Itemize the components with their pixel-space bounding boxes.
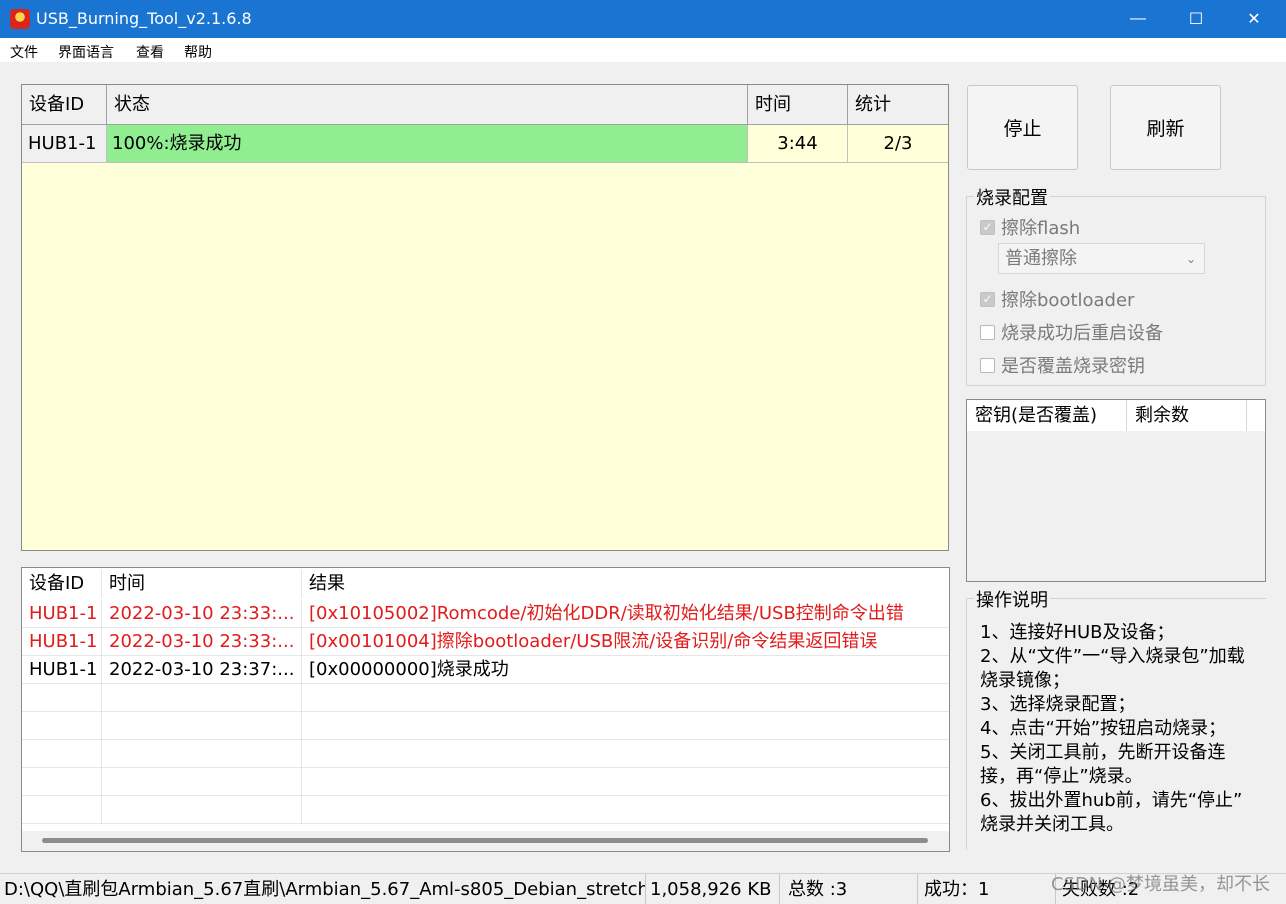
title-bar: USB_Burning_Tool_v2.1.6.8 — ☐ ✕ [0,0,1286,38]
key-table-header: 密钥(是否覆盖) 剩余数 [967,400,1265,431]
status-path: D:\QQ\直刷包Armbian_5.67直刷\Armbian_5.67_Aml… [0,874,646,904]
log-header: 设备ID 时间 结果 [22,570,949,598]
check-icon: ✓ [980,291,995,307]
overwrite-key-checkbox[interactable]: 是否覆盖烧录密钥 [980,352,1145,378]
device-status-cell: 100%:烧录成功 [107,125,748,163]
col-key[interactable]: 密钥(是否覆盖) [967,400,1127,431]
instruction-line: 3、选择烧录配置； [980,694,1136,715]
col-log-time[interactable]: 时间 [102,570,302,598]
erase-bootloader-checkbox[interactable]: ✓ 擦除bootloader [980,286,1134,312]
log-row[interactable]: HUB1-1 2022-03-10 23:33:... [0x00101004]… [22,628,949,656]
empty-row [22,768,949,796]
erase-mode-value: 普通擦除 [1005,248,1077,269]
horizontal-scrollbar[interactable] [22,831,949,851]
log-time: 2022-03-10 23:33:... [102,600,302,628]
empty-row [22,740,949,768]
status-total: 总数 :3 [780,874,918,904]
scrollbar-thumb[interactable] [42,838,928,843]
col-log-result[interactable]: 结果 [302,570,949,598]
log-result: [0x00000000]烧录成功 [309,659,509,680]
log-result: [0x10105002]Romcode/初始化DDR/读取初始化结果/USB控制… [309,603,904,624]
menu-file[interactable]: 文件 [10,42,38,62]
window-title: USB_Burning_Tool_v2.1.6.8 [36,9,252,28]
col-remaining[interactable]: 剩余数 [1127,400,1247,431]
overwrite-key-label: 是否覆盖烧录密钥 [1001,356,1145,377]
menu-view[interactable]: 查看 [136,42,164,62]
watermark: CSDN @梦境虽美，却不长 [1050,874,1270,895]
erase-mode-select[interactable]: 普通擦除 ⌄ [998,243,1205,274]
device-row[interactable]: HUB1-1 100%:烧录成功 3:44 2/3 [22,125,948,163]
burn-config-title: 烧录配置 [974,184,1050,210]
instruction-line: 1、连接好HUB及设备； [980,622,1175,643]
col-stats[interactable]: 统计 [848,85,948,125]
instruction-line: 5、关闭工具前，先断开设备连 [980,742,1226,763]
menu-language[interactable]: 界面语言 [58,42,114,62]
chevron-down-icon: ⌄ [1185,252,1196,266]
log-device-id: HUB1-1 [22,656,102,684]
log-device-id: HUB1-1 [22,600,102,628]
key-table[interactable]: 密钥(是否覆盖) 剩余数 [966,399,1266,582]
log-time: 2022-03-10 23:37:... [102,656,302,684]
col-time[interactable]: 时间 [748,85,848,125]
close-button[interactable]: ✕ [1225,0,1283,38]
log-table[interactable]: 设备ID 时间 结果 HUB1-1 2022-03-10 23:33:... [… [21,567,950,852]
device-table[interactable]: 设备ID 状态 时间 统计 HUB1-1 100%:烧录成功 3:44 2/3 [21,84,949,551]
reboot-after-label: 烧录成功后重启设备 [1001,323,1163,344]
maximize-button[interactable]: ☐ [1167,0,1225,38]
log-time: 2022-03-10 23:33:... [102,628,302,656]
col-status[interactable]: 状态 [107,85,748,125]
empty-row [22,796,949,824]
erase-bootloader-label: 擦除bootloader [1001,290,1135,311]
app-icon [10,9,30,29]
erase-flash-checkbox[interactable]: ✓ 擦除flash [980,214,1080,240]
minimize-button[interactable]: — [1109,0,1167,38]
status-success: 成功：1 [918,874,1056,904]
instruction-line: 烧录并关闭工具。 [980,814,1124,835]
log-row[interactable]: HUB1-1 2022-03-10 23:37:... [0x00000000]… [22,656,949,684]
log-device-id: HUB1-1 [22,628,102,656]
col-device-id[interactable]: 设备ID [22,85,107,125]
menu-bar: 文件 界面语言 查看 帮助 [0,38,1286,62]
menu-help[interactable]: 帮助 [184,42,212,62]
instruction-line: 接，再“停止”烧录。 [980,766,1143,787]
refresh-button[interactable]: 刷新 [1110,85,1221,170]
instruction-line: 烧录镜像； [980,670,1070,691]
device-id-cell: HUB1-1 [22,125,107,163]
instructions-title: 操作说明 [974,586,1050,612]
status-size: 1,058,926 KB [646,874,780,904]
empty-row [22,684,949,712]
device-time-cell: 3:44 [748,125,848,163]
device-table-header: 设备ID 状态 时间 统计 [22,85,948,125]
log-result: [0x00101004]擦除bootloader/USB限流/设备识别/命令结果… [309,631,878,652]
erase-flash-label: 擦除flash [1001,218,1081,239]
reboot-after-checkbox[interactable]: 烧录成功后重启设备 [980,319,1163,345]
checkbox-box [980,324,995,340]
checkbox-box [980,357,995,373]
instruction-line: 6、拔出外置hub前，请先“停止” [980,790,1243,811]
col-log-device-id[interactable]: 设备ID [22,570,102,598]
stop-button[interactable]: 停止 [967,85,1078,170]
device-stats-cell: 2/3 [848,125,948,163]
check-icon: ✓ [980,219,995,235]
instruction-line: 2、从“文件”一“导入烧录包”加载 [980,646,1245,667]
instruction-line: 4、点击“开始”按钮启动烧录； [980,718,1227,739]
empty-row [22,712,949,740]
log-row[interactable]: HUB1-1 2022-03-10 23:33:... [0x10105002]… [22,600,949,628]
